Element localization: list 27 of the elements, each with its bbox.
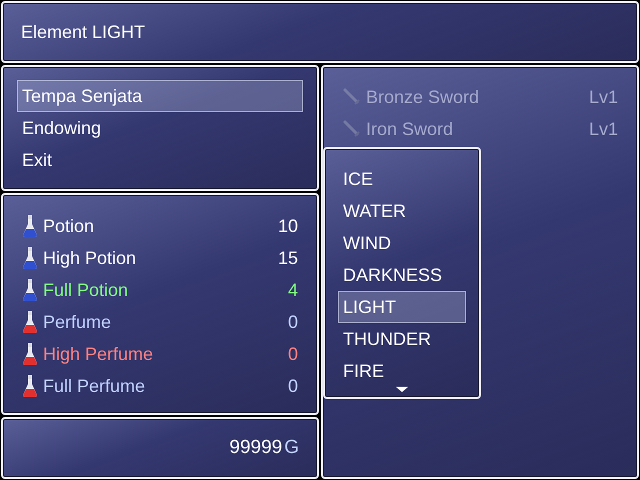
element-option[interactable]: WIND xyxy=(338,227,466,259)
money-unit: G xyxy=(284,437,299,459)
command-item[interactable]: Endowing xyxy=(17,112,303,144)
element-option[interactable]: DARKNESS xyxy=(338,259,466,291)
item-count: 0 xyxy=(288,344,298,364)
help-text: Element LIGHT xyxy=(21,22,146,42)
item-count: 4 xyxy=(288,280,298,300)
element-option[interactable]: FIRE xyxy=(338,355,466,387)
item-name[interactable]: High Perfume xyxy=(43,344,283,364)
item-name[interactable]: High Potion xyxy=(43,248,273,268)
item-name[interactable]: Perfume xyxy=(43,312,283,332)
command-item[interactable]: Tempa Senjata xyxy=(17,80,303,112)
money-amount: 99999 xyxy=(229,437,282,459)
command-item[interactable]: Exit xyxy=(17,144,303,176)
item-name[interactable]: Potion xyxy=(43,216,273,236)
item-name[interactable]: Full Potion xyxy=(43,280,283,300)
item-count: 0 xyxy=(288,312,298,332)
element-option[interactable]: WATER xyxy=(338,195,466,227)
element-option[interactable]: ICE xyxy=(338,163,466,195)
weapon-level: Lv1 xyxy=(588,118,619,140)
item-count: 10 xyxy=(278,216,298,236)
item-count: 0 xyxy=(288,376,298,396)
item-name[interactable]: Full Perfume xyxy=(43,376,283,396)
element-option[interactable]: THUNDER xyxy=(338,323,466,355)
weapon-level: Lv1 xyxy=(588,86,619,108)
item-count: 15 xyxy=(278,248,298,268)
element-option[interactable]: LIGHT xyxy=(338,291,466,323)
